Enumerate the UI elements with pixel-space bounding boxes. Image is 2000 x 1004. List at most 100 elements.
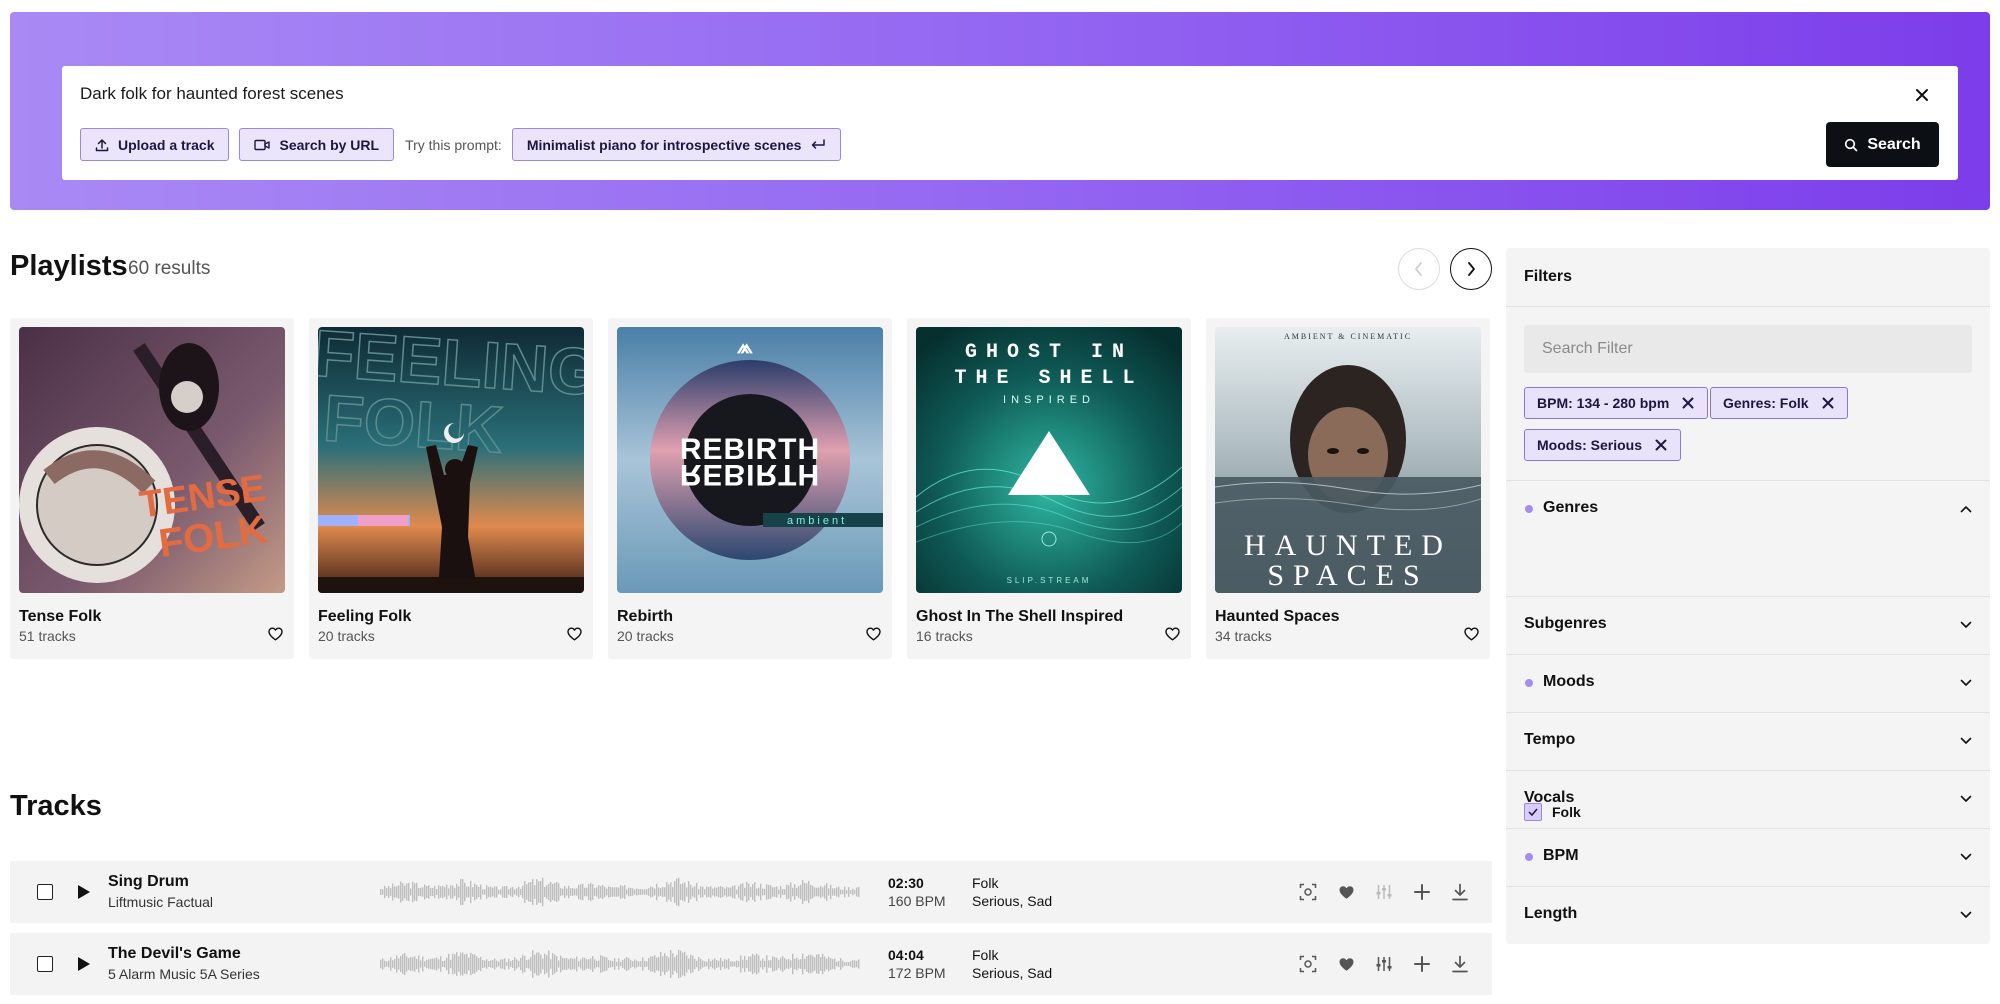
track-select-checkbox[interactable] <box>37 884 53 900</box>
waveform[interactable] <box>380 946 860 982</box>
waveform-bar <box>838 961 840 967</box>
favorite-button[interactable] <box>565 625 583 643</box>
waveform-bar <box>808 954 810 974</box>
waveform-bar <box>720 886 722 898</box>
add-to-playlist-button[interactable] <box>1410 880 1434 904</box>
favorite-button[interactable] <box>1462 625 1480 643</box>
track-row[interactable]: Sing Drum Liftmusic Factual 02:30 160 BP… <box>10 861 1492 923</box>
scan-icon <box>1299 955 1317 973</box>
track-moods[interactable]: Serious, Sad <box>972 965 1052 981</box>
filter-section-genres[interactable]: Genres <box>1506 480 1990 538</box>
filter-section-moods[interactable]: Moods <box>1506 654 1990 712</box>
waveform-bar <box>846 890 848 894</box>
filter-section-bpm[interactable]: BPM <box>1506 828 1990 886</box>
active-filter-tag[interactable]: BPM: 134 - 280 bpm <box>1524 387 1709 419</box>
waveform-bar <box>482 959 484 969</box>
favorite-track-button[interactable] <box>1334 880 1358 904</box>
filter-section-subgenres[interactable]: Subgenres <box>1506 596 1990 654</box>
download-button[interactable] <box>1448 880 1472 904</box>
waveform-bar <box>450 885 452 899</box>
playlist-title: Feeling Folk <box>318 608 412 625</box>
filter-section-tempo[interactable]: Tempo <box>1506 712 1990 770</box>
filter-section-length[interactable]: Length <box>1506 886 1990 944</box>
playlist-card[interactable]: ⩕ REBIRTH REBIRTH ambient Rebirth 20 tra… <box>608 318 892 659</box>
waveform-bar <box>834 958 836 970</box>
track-actions <box>1296 952 1472 976</box>
play-button[interactable] <box>72 880 96 904</box>
waveform-bar <box>662 956 664 972</box>
waveform-bar <box>588 959 590 969</box>
waveform-bar <box>734 885 736 899</box>
filter-search-input[interactable] <box>1524 325 1972 373</box>
prompt-suggestion-button[interactable]: Minimalist piano for introspective scene… <box>511 128 842 161</box>
search-actions: Upload a track Search by URL Try this pr… <box>80 128 842 161</box>
playlist-card[interactable]: AMBIENT & CINEMATIC HAUNTED SPACES Haunt… <box>1206 318 1490 659</box>
remove-filter-button[interactable] <box>1654 438 1668 452</box>
track-artist[interactable]: Liftmusic Factual <box>108 894 213 910</box>
favorite-button[interactable] <box>266 625 284 643</box>
active-filter-tag[interactable]: Genres: Folk <box>1710 387 1848 419</box>
track-select-checkbox[interactable] <box>37 956 53 972</box>
waveform-bar <box>744 955 746 973</box>
waveform-bar <box>544 887 546 897</box>
waveform-bar <box>450 959 452 969</box>
play-button[interactable] <box>72 952 96 976</box>
prompt-suggestion-label: Minimalist piano for introspective scene… <box>526 136 802 153</box>
waveform-bar <box>414 883 416 901</box>
playlist-card[interactable]: FEELING FOLK Feeling Folk 20 tracks <box>309 318 593 659</box>
favorite-button[interactable] <box>1163 625 1181 643</box>
carousel-next-button[interactable] <box>1450 248 1492 290</box>
waveform-bar <box>394 959 396 969</box>
track-moods[interactable]: Serious, Sad <box>972 893 1052 909</box>
search-card: Dark folk for haunted forest scenes Uplo… <box>62 66 1958 180</box>
remove-filter-button[interactable] <box>1681 396 1695 410</box>
waveform-bar <box>556 882 558 902</box>
waveform-bar <box>548 883 550 901</box>
waveform-bar <box>402 954 404 974</box>
track-artist[interactable]: 5 Alarm Music 5A Series <box>108 966 260 982</box>
search-by-url-button[interactable]: Search by URL <box>239 128 395 161</box>
search-query[interactable]: Dark folk for haunted forest scenes <box>80 84 344 104</box>
sliders-icon <box>1376 885 1392 899</box>
track-genre[interactable]: Folk <box>972 947 998 963</box>
playlist-card[interactable]: GHOST IN THE SHELL INSPIRED SLIP.STREAM … <box>907 318 1191 659</box>
waveform-bar <box>566 888 568 896</box>
waveform-bar <box>844 886 846 898</box>
active-filter-tag[interactable]: Moods: Serious <box>1524 429 1682 461</box>
add-to-playlist-button[interactable] <box>1410 952 1434 976</box>
heart-outline-icon <box>1164 627 1180 641</box>
carousel-prev-button[interactable] <box>1398 248 1440 290</box>
waveform-bar <box>494 886 496 898</box>
waveform-bar <box>478 957 480 971</box>
waveform-bar <box>682 883 684 901</box>
waveform[interactable] <box>380 874 860 910</box>
track-genre[interactable]: Folk <box>972 875 998 891</box>
waveform-bar <box>500 889 502 895</box>
playlist-track-count: 20 tracks <box>318 628 375 644</box>
waveform-bar <box>776 957 778 971</box>
track-row[interactable]: The Devil's Game 5 Alarm Music 5A Series… <box>10 933 1492 995</box>
stems-button[interactable] <box>1372 880 1396 904</box>
filter-section-vocals[interactable]: Vocals <box>1506 770 1990 828</box>
download-button[interactable] <box>1448 952 1472 976</box>
waveform-bar <box>818 887 820 897</box>
waveform-bar <box>744 887 746 897</box>
waveform-bar <box>818 954 820 974</box>
search-hero: Dark folk for haunted forest scenes Uplo… <box>10 12 1990 210</box>
waveform-bar <box>590 882 592 902</box>
upload-track-button[interactable]: Upload a track <box>80 128 230 161</box>
favorite-button[interactable] <box>864 625 882 643</box>
waveform-bar <box>502 886 504 898</box>
waveform-bar <box>688 958 690 970</box>
waveform-bar <box>772 956 774 972</box>
playlist-card[interactable]: TENSE FOLK Tense Folk 51 tracks <box>10 318 294 659</box>
favorite-track-button[interactable] <box>1334 952 1358 976</box>
similar-search-button[interactable] <box>1296 880 1320 904</box>
similar-search-button[interactable] <box>1296 952 1320 976</box>
clear-search-button[interactable] <box>1910 83 1934 107</box>
remove-filter-button[interactable] <box>1821 396 1835 410</box>
waveform-bar <box>520 957 522 971</box>
stems-button[interactable] <box>1372 952 1396 976</box>
search-button[interactable]: Search <box>1826 122 1939 167</box>
waveform-bar <box>800 959 802 969</box>
